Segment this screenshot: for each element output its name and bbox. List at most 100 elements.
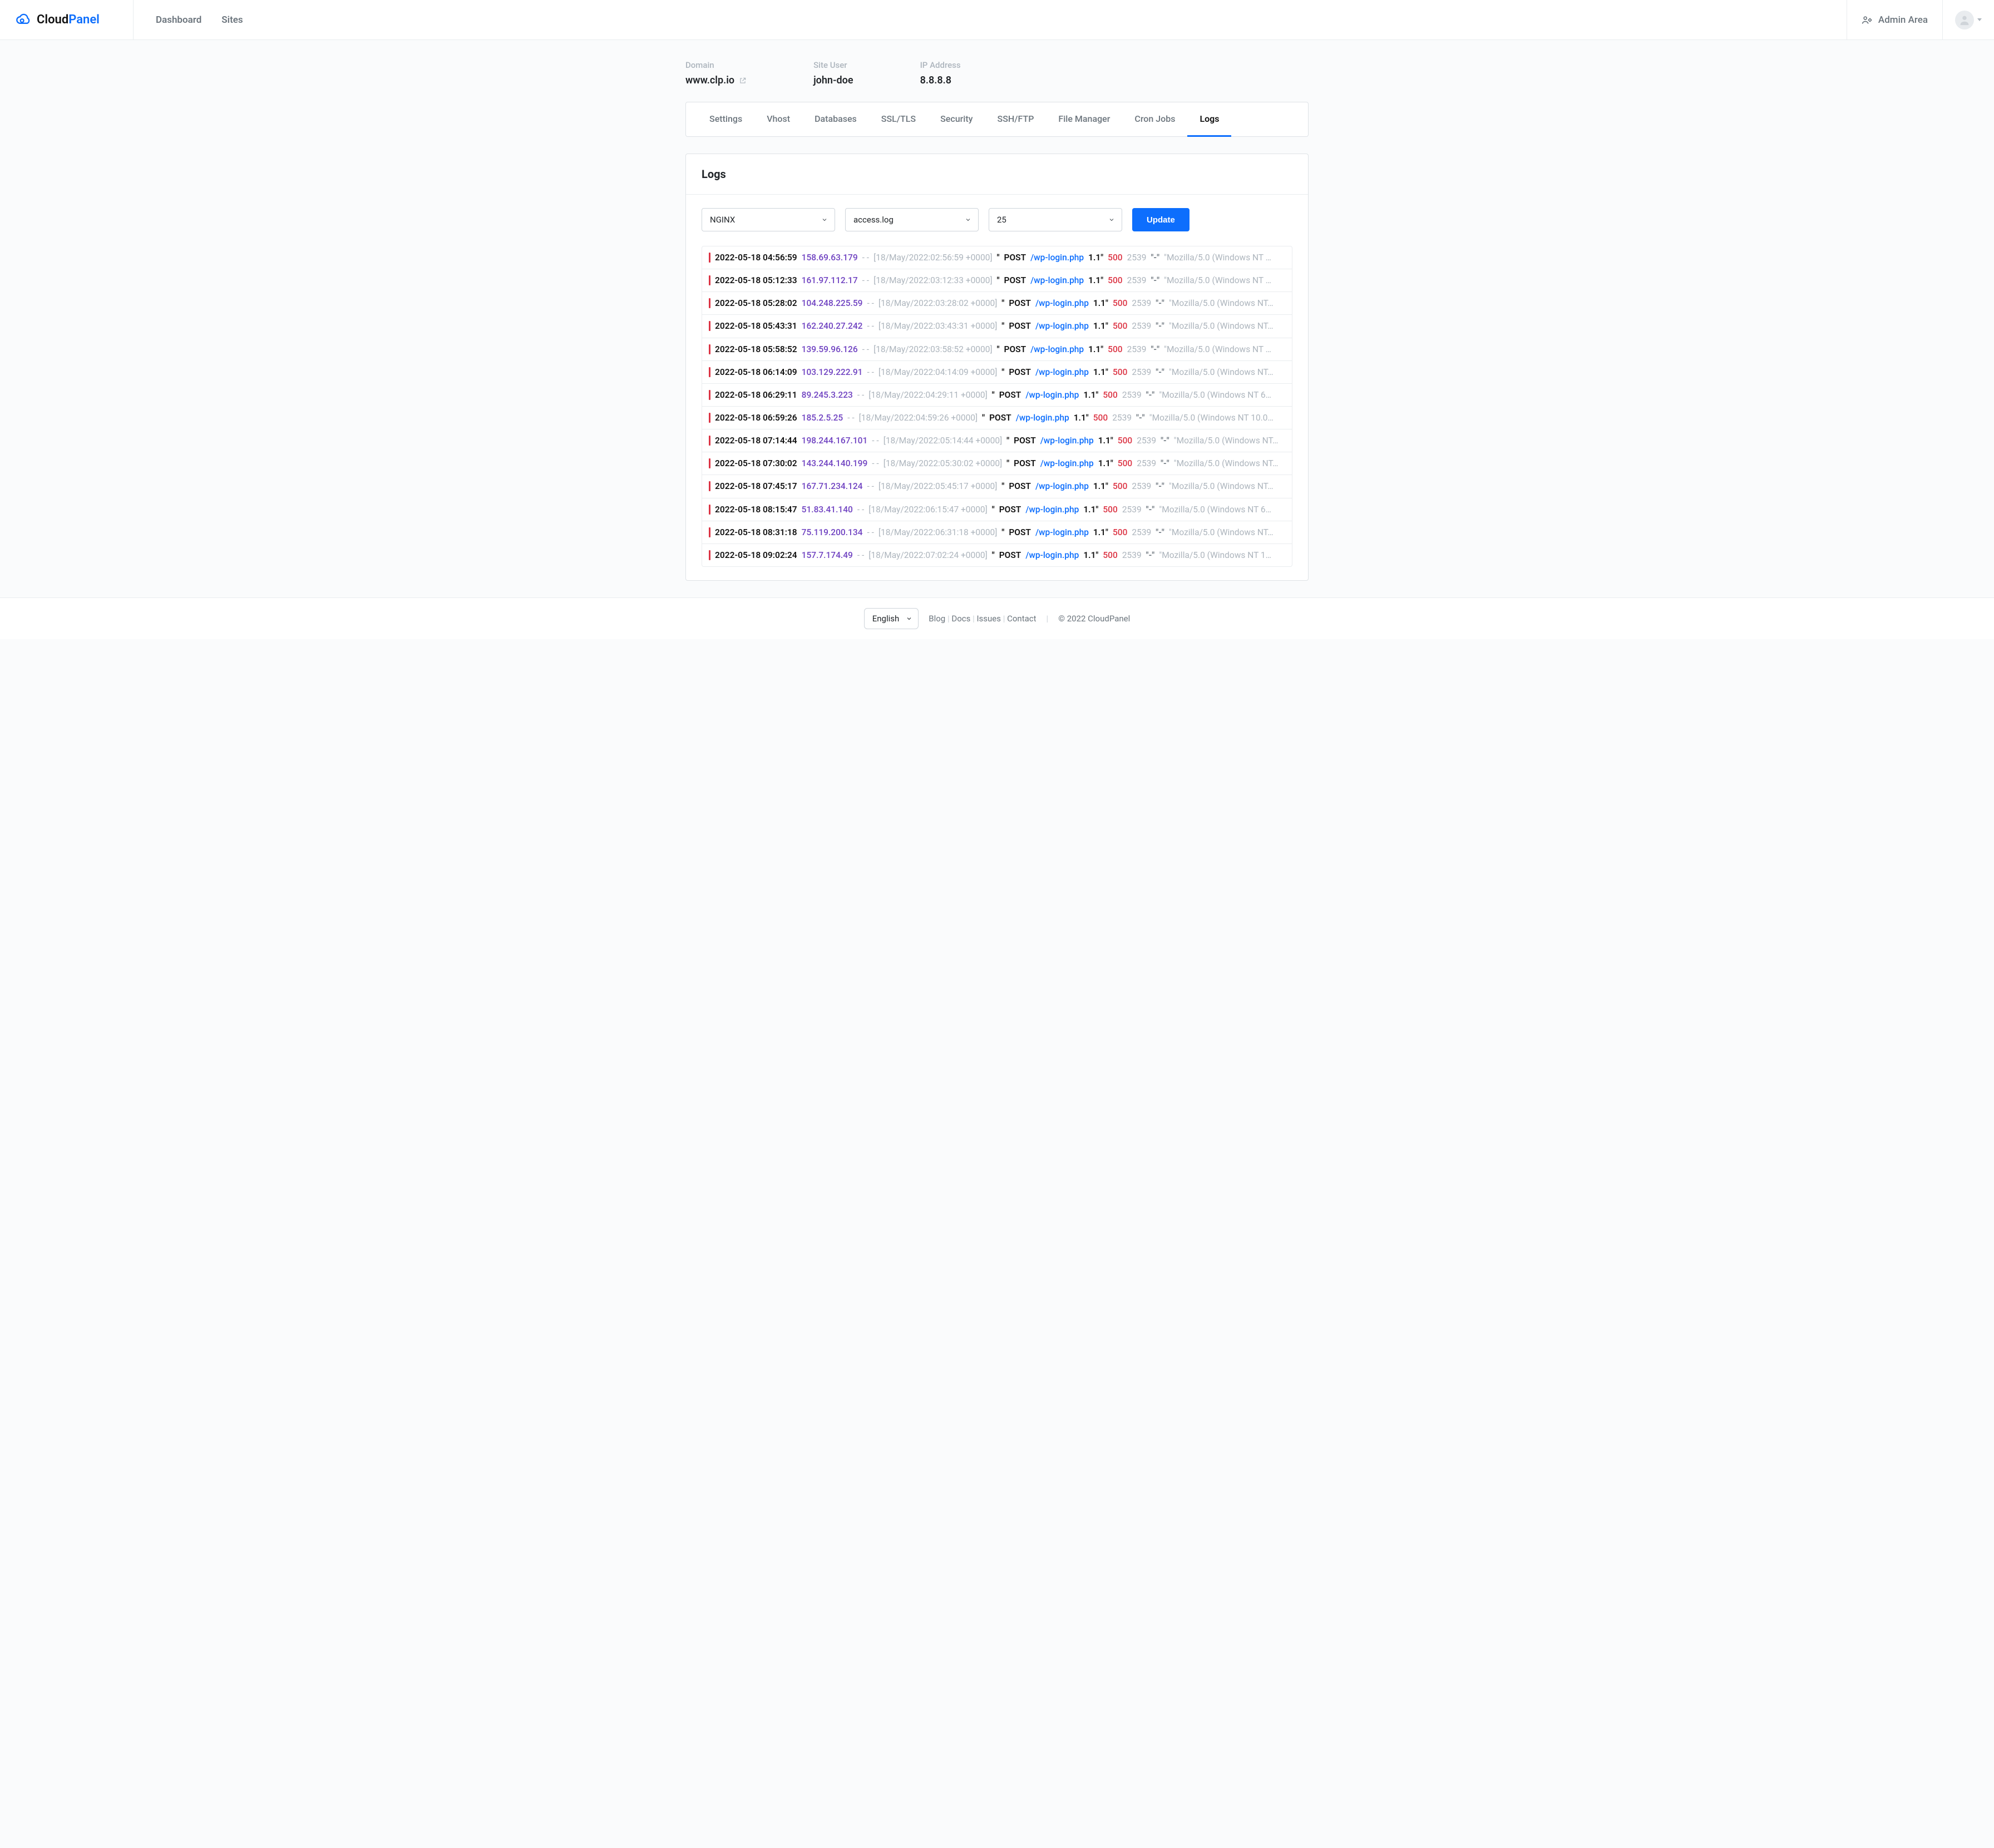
brand-text: CloudPanel bbox=[37, 13, 100, 27]
log-raw-date: [18/May/2022:07:02:24 +0000] bbox=[868, 550, 987, 561]
log-dashes: - - bbox=[862, 344, 869, 355]
logfile-select[interactable]: access.log bbox=[845, 208, 979, 231]
count-select[interactable]: 25 bbox=[989, 208, 1122, 231]
log-ip: 75.119.200.134 bbox=[802, 527, 863, 538]
log-row: 2022-05-18 06:29:11 89.245.3.223 - - [18… bbox=[702, 384, 1292, 407]
admin-area-link[interactable]: Admin Area bbox=[1847, 0, 1943, 39]
log-ua: "Mozilla/5.0 (Windows NT… bbox=[1169, 481, 1274, 492]
log-raw-date: [18/May/2022:06:31:18 +0000] bbox=[878, 527, 997, 538]
log-ip: 185.2.5.25 bbox=[802, 412, 843, 423]
log-timestamp: 2022-05-18 04:56:59 bbox=[715, 252, 797, 263]
user-menu[interactable] bbox=[1943, 11, 1994, 29]
footer-link-contact[interactable]: Contact bbox=[1007, 614, 1036, 624]
log-size: 2539 bbox=[1127, 275, 1147, 286]
tab-vhost[interactable]: Vhost bbox=[754, 102, 802, 137]
log-controls: NGINX access.log 25 Update bbox=[702, 208, 1292, 231]
chevron-down-icon bbox=[821, 216, 828, 223]
log-size: 2539 bbox=[1127, 344, 1147, 355]
log-row: 2022-05-18 05:28:02 104.248.225.59 - - [… bbox=[702, 292, 1292, 315]
tab-logs[interactable]: Logs bbox=[1187, 102, 1231, 137]
log-ref: "-" bbox=[1161, 435, 1169, 446]
log-path: /wp-login.php bbox=[1030, 344, 1084, 355]
nav-sites[interactable]: Sites bbox=[221, 14, 243, 26]
log-proto: 1.1" bbox=[1088, 275, 1103, 286]
log-timestamp: 2022-05-18 06:29:11 bbox=[715, 389, 797, 401]
log-row: 2022-05-18 05:58:52 139.59.96.126 - - [1… bbox=[702, 338, 1292, 361]
log-path: /wp-login.php bbox=[1035, 481, 1089, 492]
log-ip: 51.83.41.140 bbox=[802, 504, 853, 515]
tab-settings[interactable]: Settings bbox=[697, 102, 754, 137]
log-path: /wp-login.php bbox=[1025, 550, 1079, 561]
tab-file-manager[interactable]: File Manager bbox=[1046, 102, 1122, 137]
service-select[interactable]: NGINX bbox=[702, 208, 835, 231]
log-ua: "Mozilla/5.0 (Windows NT… bbox=[1174, 458, 1279, 469]
tab-cron-jobs[interactable]: Cron Jobs bbox=[1122, 102, 1187, 137]
log-ua: "Mozilla/5.0 (Windows NT … bbox=[1164, 252, 1271, 263]
log-ua: "Mozilla/5.0 (Windows NT … bbox=[1164, 344, 1271, 355]
log-dashes: - - bbox=[857, 504, 864, 515]
log-dashes: - - bbox=[857, 389, 864, 401]
nav-dashboard[interactable]: Dashboard bbox=[156, 14, 201, 26]
log-status: 500 bbox=[1113, 481, 1127, 492]
log-ref: "-" bbox=[1146, 550, 1155, 561]
log-method: POST bbox=[989, 412, 1011, 423]
log-method: POST bbox=[999, 550, 1021, 561]
log-timestamp: 2022-05-18 07:45:17 bbox=[715, 481, 797, 492]
log-timestamp: 2022-05-18 06:59:26 bbox=[715, 412, 797, 423]
log-size: 2539 bbox=[1122, 504, 1142, 515]
log-proto: 1.1" bbox=[1098, 458, 1113, 469]
log-method: POST bbox=[1014, 435, 1036, 446]
log-method: POST bbox=[1009, 320, 1031, 332]
service-select-value: NGINX bbox=[710, 215, 735, 225]
log-proto: 1.1" bbox=[1083, 550, 1098, 561]
brand[interactable]: CloudPanel bbox=[0, 0, 134, 39]
log-timestamp: 2022-05-18 06:14:09 bbox=[715, 367, 797, 378]
domain-value[interactable]: www.clp.io bbox=[685, 75, 734, 86]
chevron-down-icon bbox=[906, 615, 912, 622]
log-ua: "Mozilla/5.0 (Windows NT… bbox=[1169, 527, 1274, 538]
topbar: CloudPanel Dashboard Sites Admin Area bbox=[0, 0, 1994, 40]
siteuser-label: Site User bbox=[813, 60, 853, 70]
siteuser-value: john-doe bbox=[813, 75, 853, 86]
log-quote: " bbox=[992, 504, 995, 515]
footer-link-docs[interactable]: Docs bbox=[951, 614, 970, 624]
log-quote: " bbox=[992, 389, 995, 401]
log-row: 2022-05-18 04:56:59 158.69.63.179 - - [1… bbox=[702, 246, 1292, 269]
log-method: POST bbox=[1009, 481, 1031, 492]
external-link-icon[interactable] bbox=[739, 77, 747, 85]
footer-copyright: © 2022 CloudPanel bbox=[1058, 614, 1130, 624]
footer-link-issues[interactable]: Issues bbox=[976, 614, 1001, 624]
log-timestamp: 2022-05-18 05:43:31 bbox=[715, 320, 797, 332]
log-status: 500 bbox=[1113, 298, 1127, 309]
tab-security[interactable]: Security bbox=[928, 102, 985, 137]
log-ua: "Mozilla/5.0 (Windows NT… bbox=[1174, 435, 1279, 446]
update-button[interactable]: Update bbox=[1132, 208, 1190, 231]
tab-databases[interactable]: Databases bbox=[802, 102, 869, 137]
avatar-icon bbox=[1955, 11, 1974, 29]
log-quote: " bbox=[1001, 527, 1004, 538]
log-row: 2022-05-18 08:15:47 51.83.41.140 - - [18… bbox=[702, 498, 1292, 521]
logs-card-header: Logs bbox=[686, 154, 1308, 195]
log-quote: " bbox=[997, 252, 1000, 263]
log-ip: 161.97.112.17 bbox=[802, 275, 858, 286]
users-gear-icon bbox=[1862, 14, 1873, 26]
log-dashes: - - bbox=[872, 435, 878, 446]
log-proto: 1.1" bbox=[1093, 367, 1108, 378]
severity-indicator bbox=[709, 436, 710, 446]
tab-ssh-ftp[interactable]: SSH/FTP bbox=[985, 102, 1047, 137]
logs-title: Logs bbox=[702, 167, 1292, 181]
log-status: 500 bbox=[1108, 252, 1122, 263]
log-method: POST bbox=[1009, 367, 1031, 378]
log-ip: 89.245.3.223 bbox=[802, 389, 853, 401]
log-raw-date: [18/May/2022:03:28:02 +0000] bbox=[878, 298, 997, 309]
tab-ssl-tls[interactable]: SSL/TLS bbox=[869, 102, 928, 137]
log-method: POST bbox=[1004, 252, 1026, 263]
log-raw-date: [18/May/2022:04:29:11 +0000] bbox=[868, 389, 987, 401]
language-select[interactable]: English bbox=[864, 608, 919, 629]
log-timestamp: 2022-05-18 08:31:18 bbox=[715, 527, 797, 538]
chevron-down-icon bbox=[965, 216, 971, 223]
log-ip: 104.248.225.59 bbox=[802, 298, 863, 309]
log-quote: " bbox=[1001, 298, 1004, 309]
log-row: 2022-05-18 05:12:33 161.97.112.17 - - [1… bbox=[702, 269, 1292, 292]
footer-link-blog[interactable]: Blog bbox=[929, 614, 945, 624]
